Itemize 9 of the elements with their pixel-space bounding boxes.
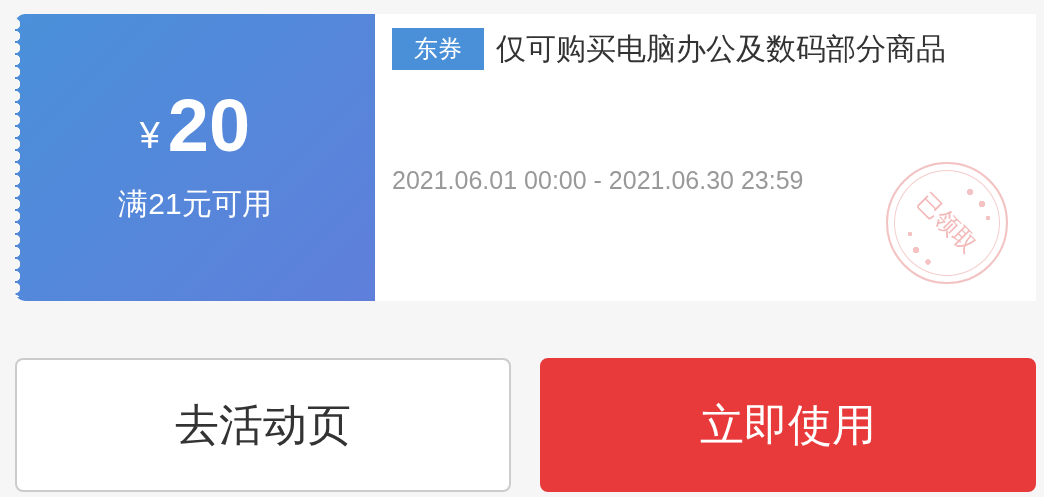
activity-page-button[interactable]: 去活动页 bbox=[15, 358, 511, 492]
coupon-tag: 东券 bbox=[392, 28, 484, 70]
usage-condition: 满21元可用 bbox=[118, 186, 272, 222]
coupon-amount: 20 bbox=[167, 89, 251, 163]
stamp-text: 已领取 bbox=[911, 186, 984, 260]
validity-period: 2021.06.01 00:00 - 2021.06.30 23:59 bbox=[392, 165, 805, 196]
currency-symbol: ¥ bbox=[139, 114, 160, 158]
coupon-title: 仅可购买电脑办公及数码部分商品 bbox=[496, 31, 946, 67]
use-now-button[interactable]: 立即使用 bbox=[540, 358, 1036, 492]
